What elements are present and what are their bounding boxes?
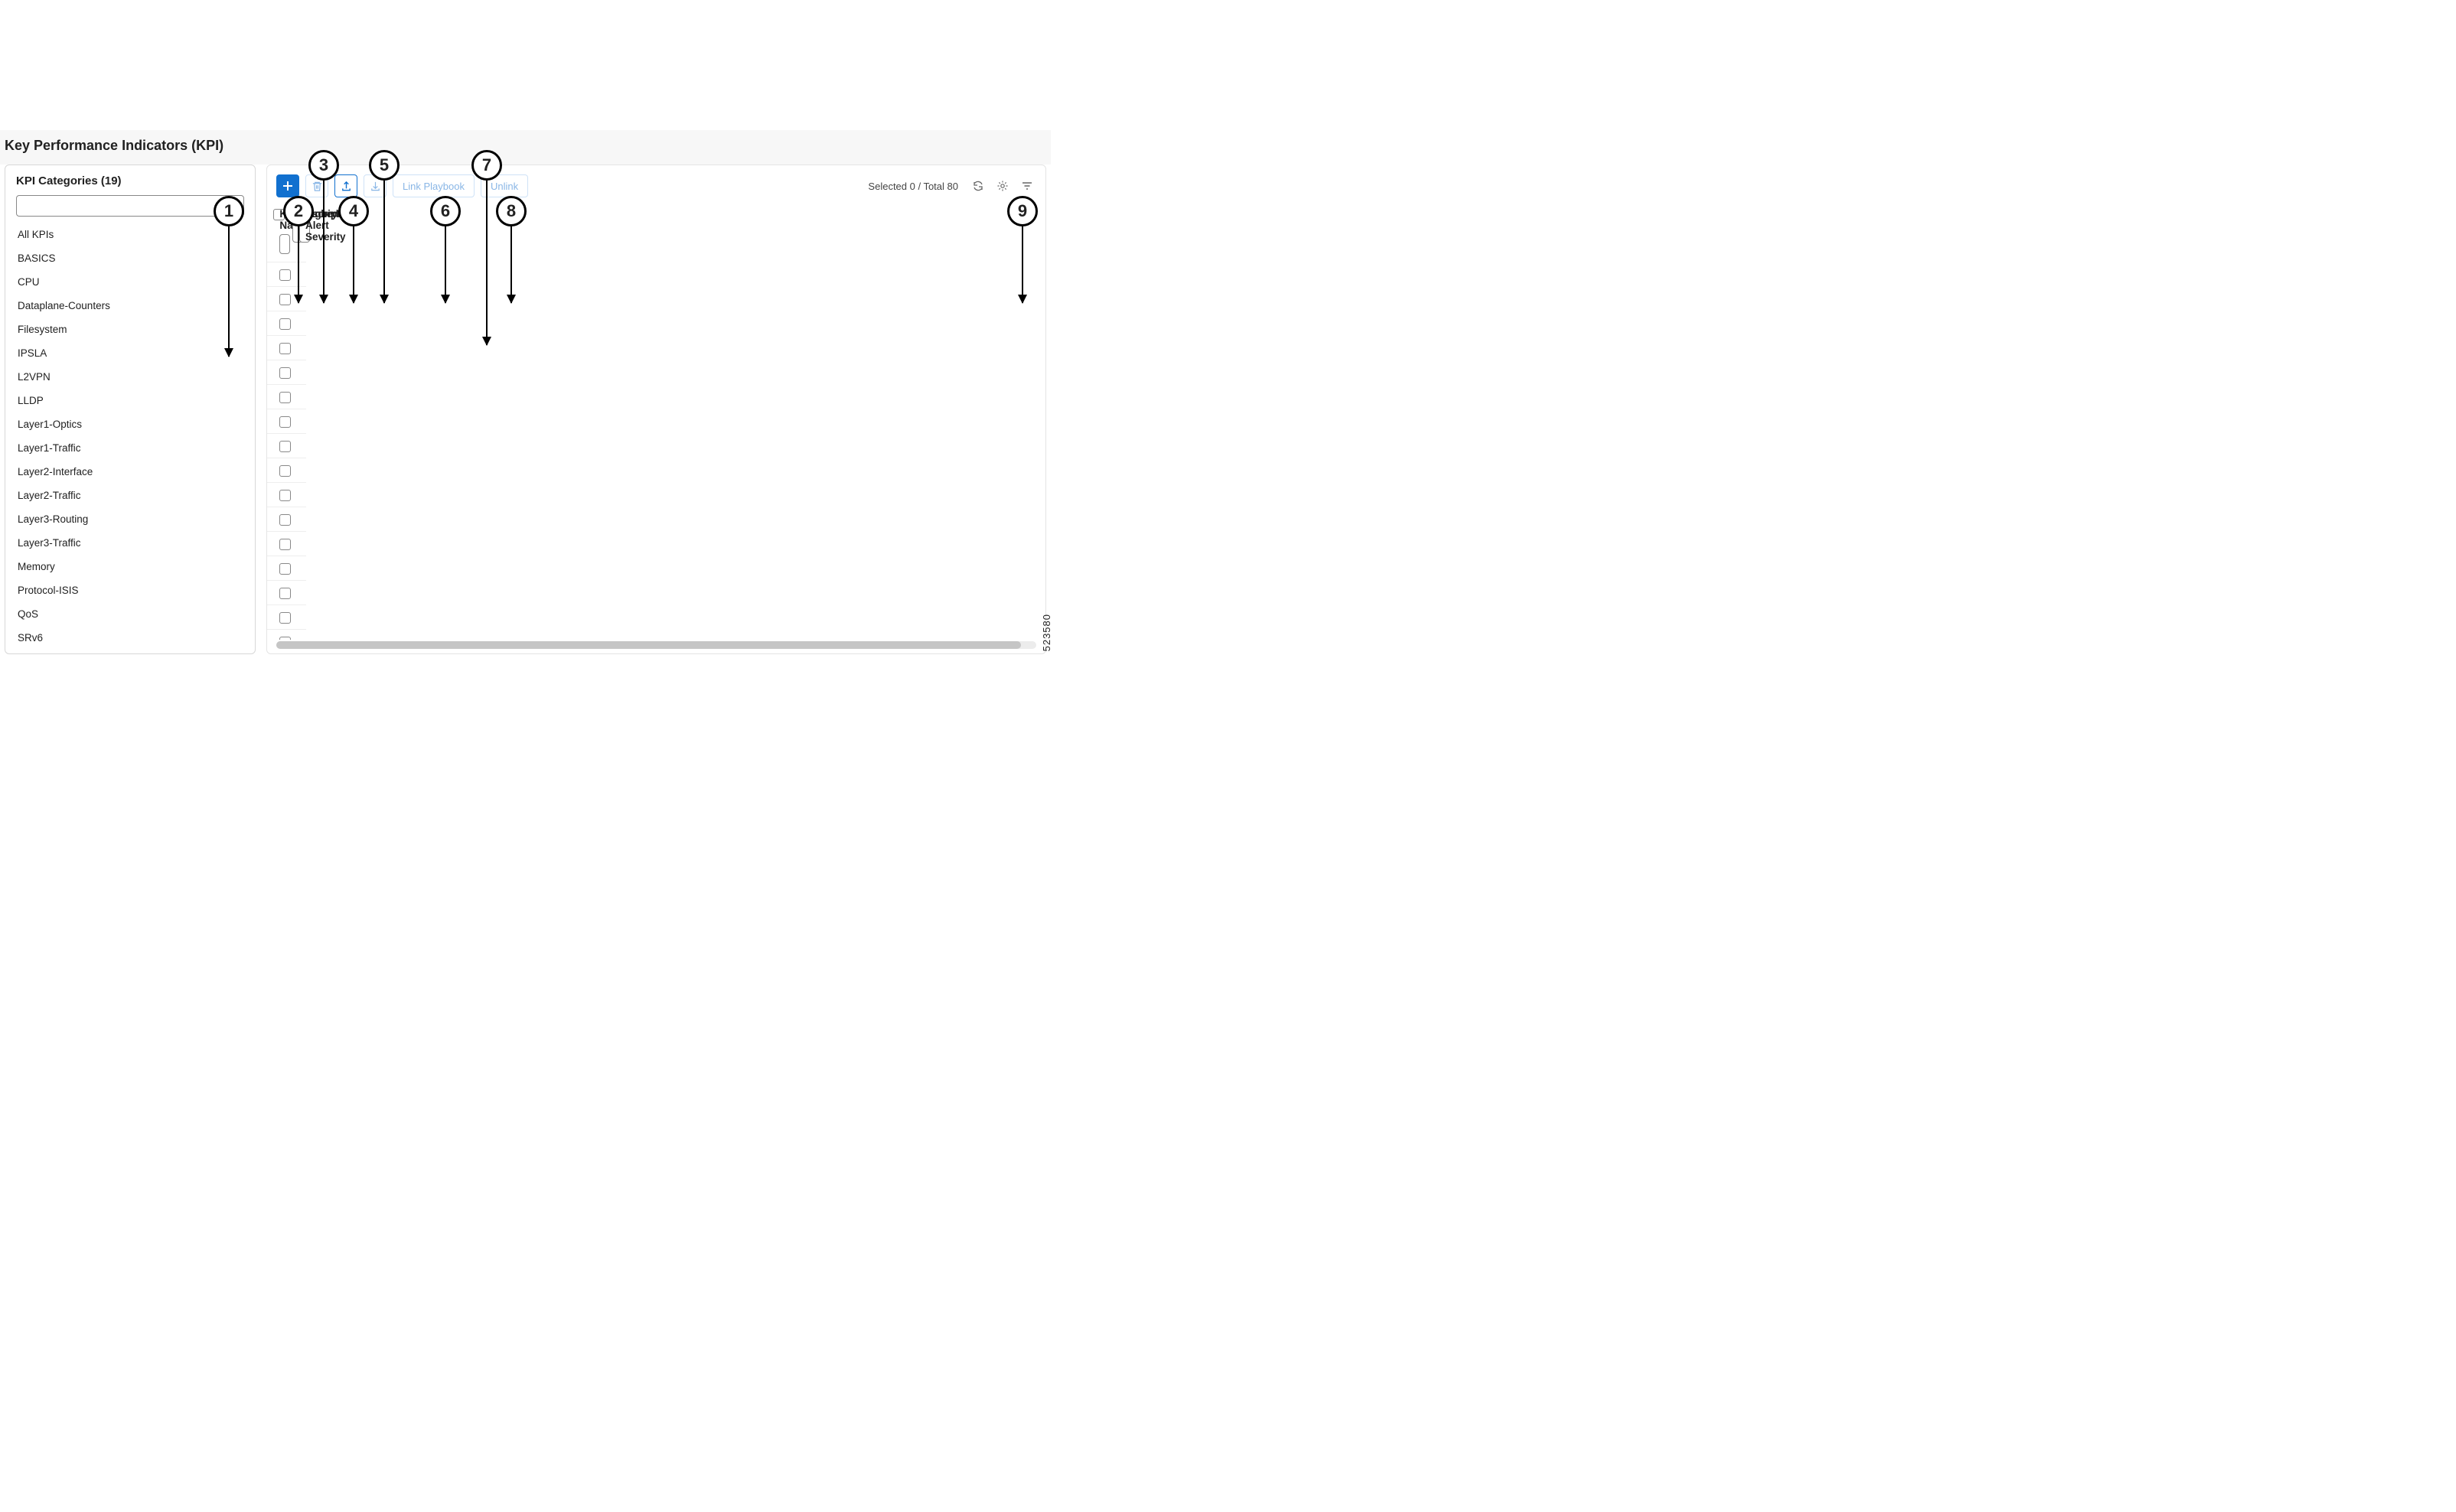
row-checkbox[interactable] bbox=[279, 490, 291, 501]
gear-icon bbox=[996, 180, 1009, 192]
cell-name: LLDP neighbors bbox=[302, 483, 306, 507]
link-playbook-button[interactable]: Link Playbook bbox=[393, 174, 475, 197]
row-checkbox[interactable] bbox=[279, 539, 291, 550]
category-item[interactable]: Filesystem bbox=[5, 318, 255, 341]
category-item[interactable]: Layer2-Interface bbox=[5, 460, 255, 484]
table-row: Filesystem utilizationiFilesystemMonitor… bbox=[267, 360, 306, 384]
cell-name: Layer 1 optical alarms bbox=[302, 507, 306, 532]
category-item[interactable]: QoS bbox=[5, 602, 255, 626]
filter-button[interactable] bbox=[1018, 177, 1036, 195]
cell-name: CPU utilization bbox=[302, 311, 306, 336]
table-row: Layer 1 optical alarmsiLayer1-OpticsMoni… bbox=[267, 507, 306, 531]
table-row: CPU thresholdiCPUMonitors CPU usage acro… bbox=[267, 286, 306, 311]
category-search-input[interactable] bbox=[16, 195, 244, 217]
category-item[interactable]: L2VPN bbox=[5, 365, 255, 389]
category-list: All KPIsBASICSCPUDataplane-CountersFiles… bbox=[5, 223, 255, 650]
table-row: IP SLA UDP jitter monitoringiIPSLAMonito… bbox=[267, 409, 306, 433]
category-item[interactable]: IPSLA bbox=[5, 341, 255, 365]
cell-name: Layer 1 optical FEC errors bbox=[302, 556, 306, 581]
category-item[interactable]: All KPIs bbox=[5, 223, 255, 246]
cell-name: Layer 1 optical temperature bbox=[302, 605, 306, 630]
row-checkbox[interactable] bbox=[279, 588, 291, 599]
category-item[interactable]: Dataplane-Counters bbox=[5, 294, 255, 318]
category-item[interactable]: Layer1-Optics bbox=[5, 412, 255, 436]
sidebar-title: KPI Categories (19) bbox=[5, 174, 255, 195]
unlink-button[interactable]: Unlink bbox=[481, 174, 528, 197]
cell-name: Filesystem utilization bbox=[302, 360, 306, 385]
row-checkbox[interactable] bbox=[279, 465, 291, 477]
table-row: Layer 1 optical FEC errorsiLayer1-Optics… bbox=[267, 556, 306, 580]
kpi-table: KPI Name Category Description bbox=[267, 205, 1045, 640]
selection-status: Selected 0 / Total 80 bbox=[868, 181, 958, 192]
category-item[interactable]: Layer2-Traffic bbox=[5, 484, 255, 507]
category-item[interactable]: Layer3-Traffic bbox=[5, 531, 255, 555]
toolbar: Link Playbook Unlink Selected 0 / Total … bbox=[267, 171, 1045, 205]
row-checkbox[interactable] bbox=[279, 269, 291, 281]
filter-name-input[interactable] bbox=[279, 234, 290, 254]
row-checkbox[interactable] bbox=[279, 294, 291, 305]
row-checkbox[interactable] bbox=[279, 318, 291, 330]
table-row: Layer 1 optical errorsiLayer1-OpticsMoni… bbox=[267, 531, 306, 556]
settings-button[interactable] bbox=[993, 177, 1012, 195]
cell-name: IP SLA UDP jitter monitoring bbox=[302, 409, 306, 434]
category-item[interactable]: Protocol-ISIS bbox=[5, 578, 255, 602]
category-item[interactable]: SRv6 bbox=[5, 626, 255, 650]
table-row: IP SLA UDP Echo RTTiIPSLAMonitors IP SLA… bbox=[267, 384, 306, 409]
refresh-icon bbox=[972, 180, 984, 192]
download-icon bbox=[370, 181, 381, 192]
cell-name: Layer 1 optical errors bbox=[302, 532, 306, 556]
category-item[interactable]: BASICS bbox=[5, 246, 255, 270]
horizontal-scrollbar[interactable] bbox=[276, 641, 1036, 649]
cell-name: L2VPN XConnect State bbox=[302, 434, 306, 458]
row-checkbox[interactable] bbox=[279, 637, 291, 640]
row-checkbox[interactable] bbox=[279, 343, 291, 354]
cell-name: Layer 1 optical voltage bbox=[302, 630, 306, 640]
table-row: CPU utilizationiCPUMonitors CPU usage ac… bbox=[267, 311, 306, 335]
row-checkbox[interactable] bbox=[279, 514, 291, 526]
delete-button[interactable] bbox=[305, 174, 328, 197]
table-row: Layer 1 optical voltageiLayer1-OpticsMon… bbox=[267, 629, 306, 640]
category-item[interactable]: Layer1-Traffic bbox=[5, 436, 255, 460]
table-row: Layer 1 optical temperatureiLayer1-Optic… bbox=[267, 604, 306, 629]
category-item[interactable]: CPU bbox=[5, 270, 255, 294]
row-checkbox[interactable] bbox=[279, 367, 291, 379]
table-row: Device uptimeiBASICSMonitors device upti… bbox=[267, 262, 306, 286]
row-checkbox[interactable] bbox=[279, 392, 291, 403]
category-item[interactable]: LLDP bbox=[5, 389, 255, 412]
row-checkbox[interactable] bbox=[279, 563, 291, 575]
cell-name: Layer 1 optical power bbox=[302, 581, 306, 605]
cell-name: L2VPN xconnect brief bbox=[302, 458, 306, 483]
kpi-categories-panel: KPI Categories (19) All KPIsBASICSCPUDat… bbox=[5, 165, 256, 654]
table-row: CEF dropsiDataplane-CountersMonitors CEF… bbox=[267, 335, 306, 360]
table-row: L2VPN xconnect briefiL2VPNCisco-IOS-XR-l… bbox=[267, 458, 306, 482]
page-header: Key Performance Indicators (KPI) bbox=[0, 130, 1051, 165]
row-checkbox[interactable] bbox=[279, 441, 291, 452]
export-button[interactable] bbox=[334, 174, 357, 197]
category-item[interactable]: Memory bbox=[5, 555, 255, 578]
image-id: 523580 bbox=[1041, 614, 1052, 651]
category-item[interactable]: Layer3-Routing bbox=[5, 507, 255, 531]
row-checkbox[interactable] bbox=[279, 416, 291, 428]
cell-name: IP SLA UDP Echo RTT bbox=[302, 385, 306, 409]
cell-name: Device uptime bbox=[302, 262, 306, 287]
row-checkbox[interactable] bbox=[279, 612, 291, 624]
table-row: LLDP neighborsiLLDPMonitors LLDP neighbo… bbox=[267, 482, 306, 507]
kpi-main-panel: Link Playbook Unlink Selected 0 / Total … bbox=[266, 165, 1046, 654]
filter-icon bbox=[1021, 180, 1033, 192]
cell-name: CPU threshold bbox=[302, 287, 306, 311]
plus-icon bbox=[282, 180, 294, 192]
cell-name: CEF drops bbox=[302, 336, 306, 360]
table-row: L2VPN XConnect StateiL2VPNCisco-IOS-XR-l… bbox=[267, 433, 306, 458]
page-title: Key Performance Indicators (KPI) bbox=[5, 138, 1046, 154]
import-button[interactable] bbox=[364, 174, 387, 197]
upload-icon bbox=[341, 181, 352, 192]
add-button[interactable] bbox=[276, 174, 299, 197]
table-row: Layer 1 optical poweriLayer1-OpticsMonit… bbox=[267, 580, 306, 604]
refresh-button[interactable] bbox=[969, 177, 987, 195]
trash-icon bbox=[311, 181, 323, 192]
